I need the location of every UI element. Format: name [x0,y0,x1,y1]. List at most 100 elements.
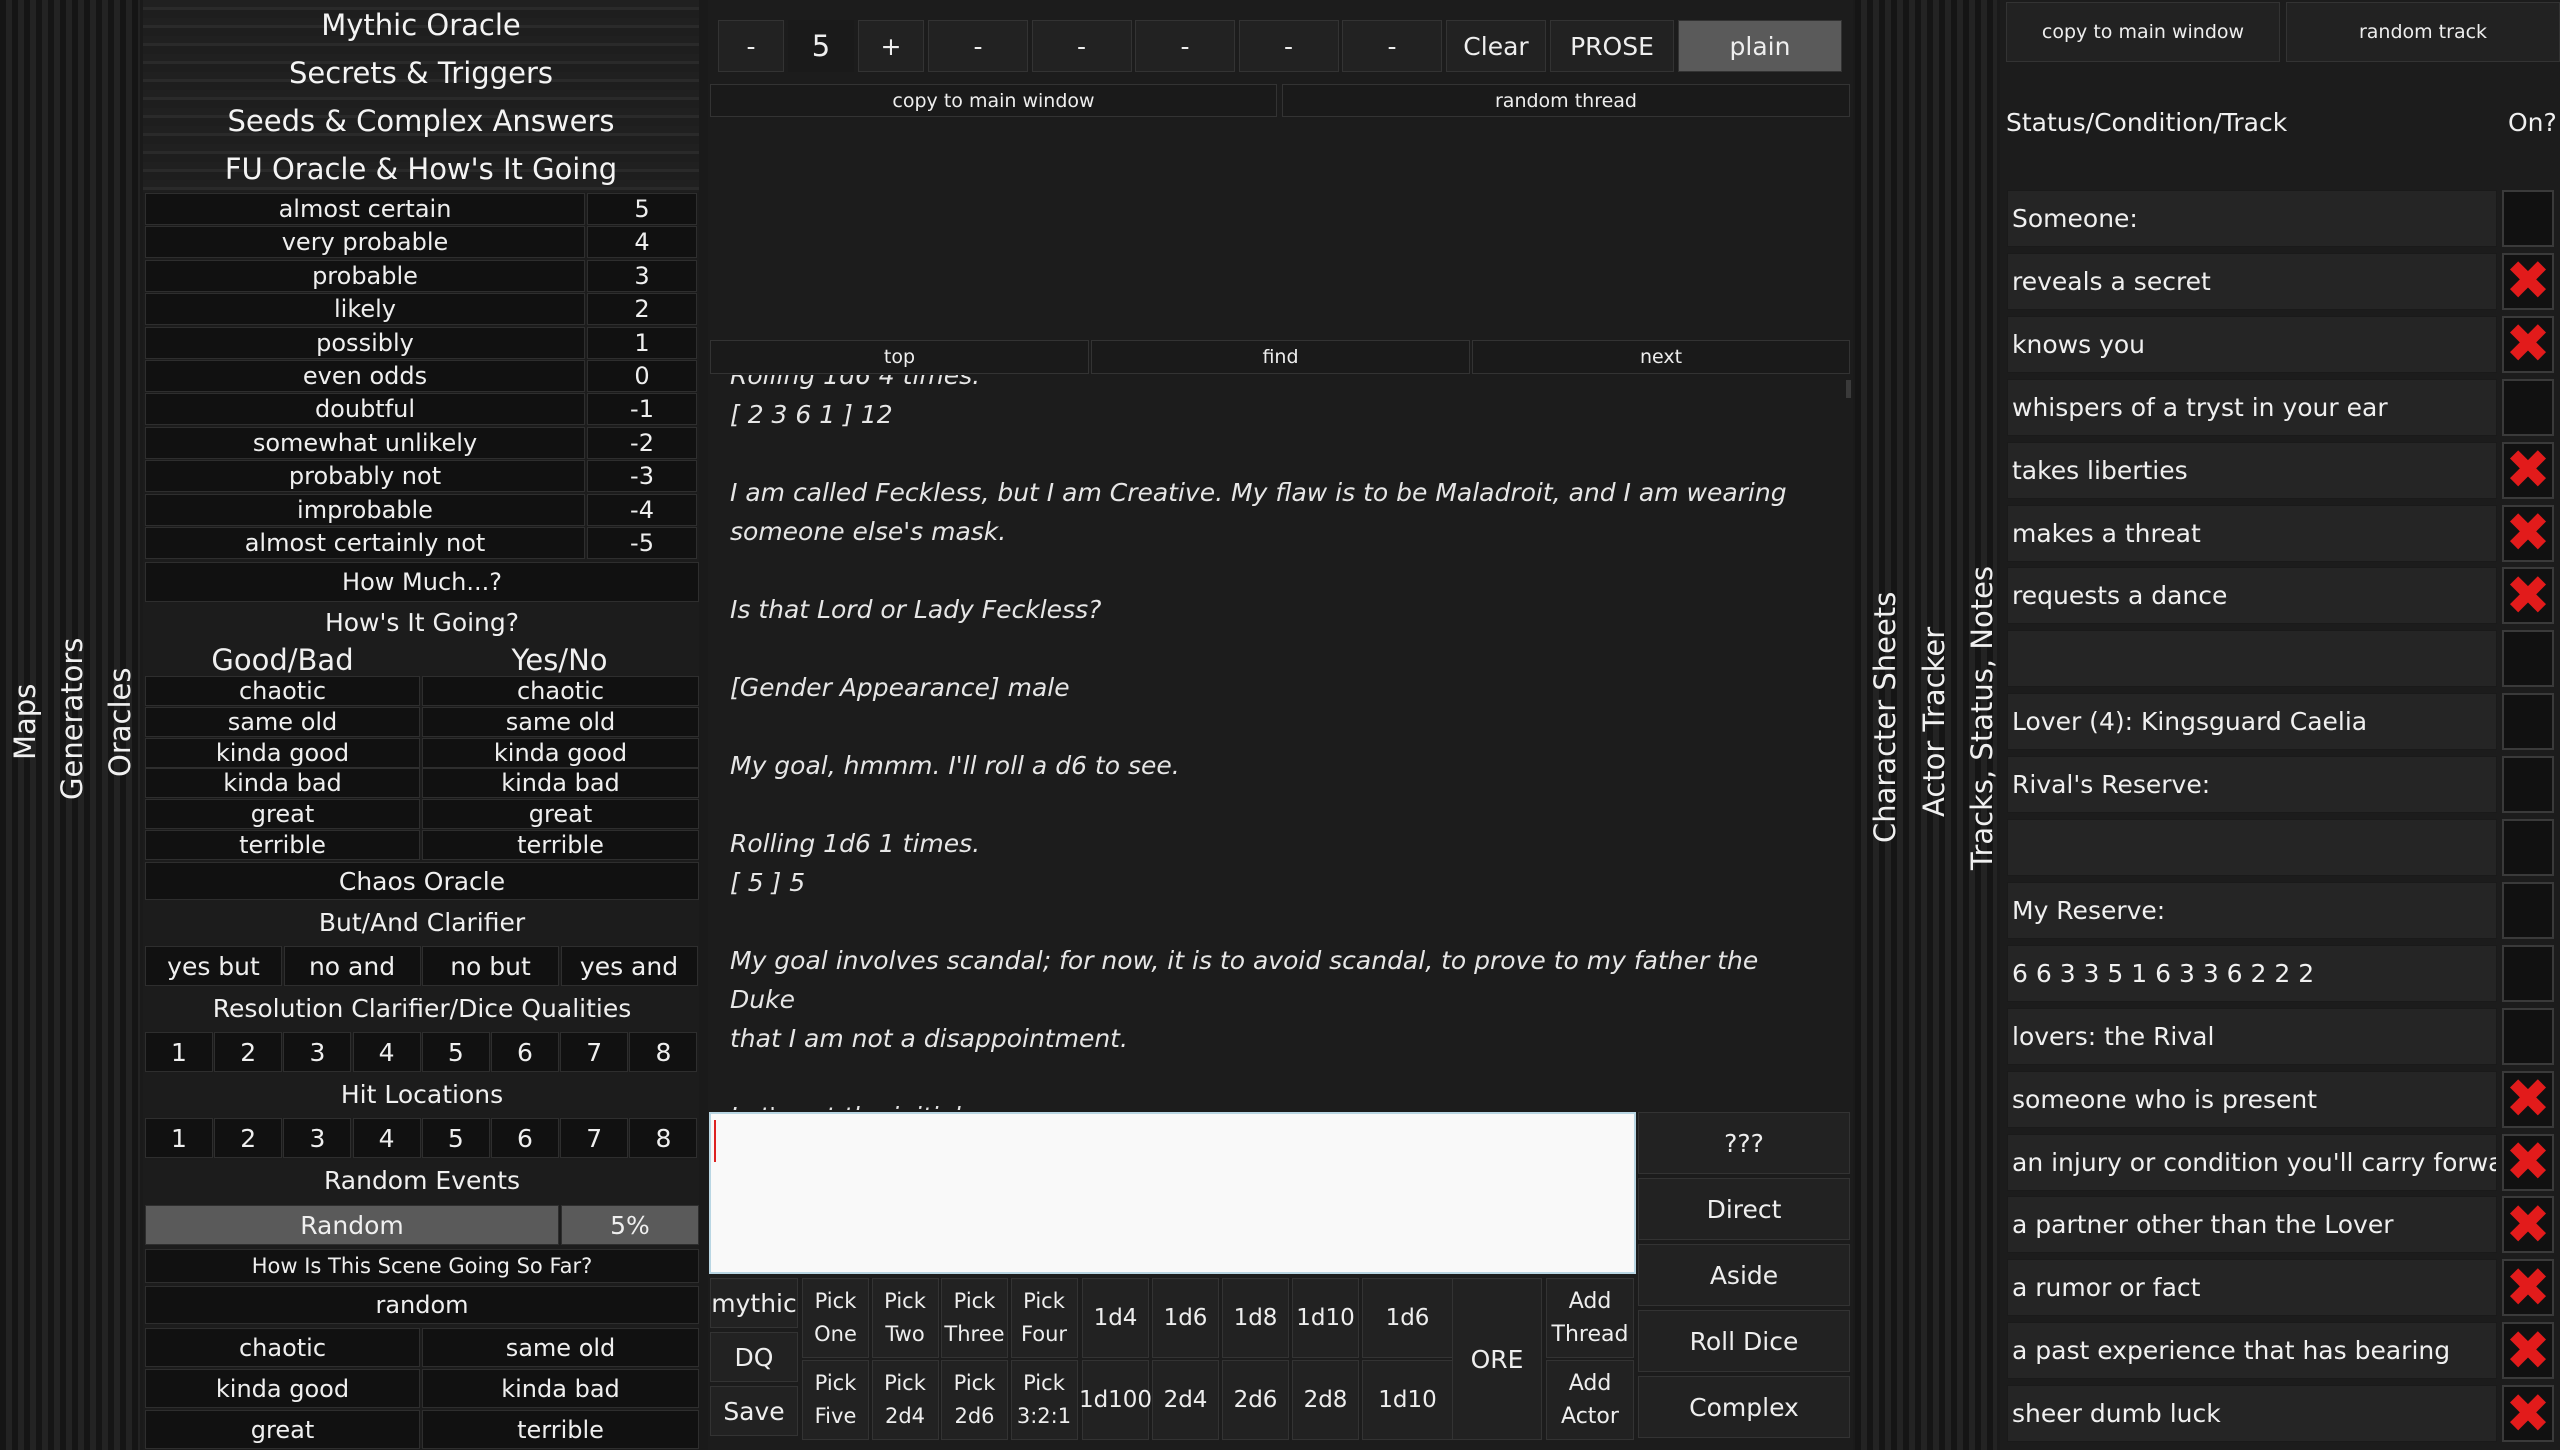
track-on-checkbox[interactable]: ✖ [2502,1322,2554,1380]
tab-oracles[interactable]: Oracles [103,668,137,777]
tab-tracks-status-notes[interactable]: Tracks, Status, Notes [1965,566,1999,870]
odds-label-cell[interactable]: likely [145,293,585,326]
track-row[interactable]: My Reserve: [2007,881,2497,939]
track-row[interactable]: Rival's Reserve: [2007,756,2497,814]
roll-dice-button[interactable]: Roll Dice [1638,1310,1850,1372]
direct-button[interactable]: Direct [1638,1178,1850,1240]
track-on-checkbox[interactable] [2502,756,2554,814]
track-row[interactable]: lovers: the Rival [2007,1007,2497,1065]
scene-going-option[interactable]: chaotic [145,1328,420,1367]
track-row[interactable]: knows you [2007,315,2497,373]
random-thread-button[interactable]: random thread [1282,84,1850,117]
dice-button[interactable]: 2d8 [1292,1360,1359,1440]
random-event-button[interactable]: Random [145,1205,559,1245]
pick-2d6-button[interactable]: Pick 2d6 [941,1360,1008,1440]
resolution-option[interactable]: 8 [629,1032,698,1072]
resolution-option[interactable]: 4 [352,1032,421,1072]
yes-no-option[interactable]: kinda bad [422,768,699,799]
menu-seeds-complex[interactable]: Seeds & Complex Answers [143,98,699,146]
dice-button[interactable]: 2d4 [1152,1360,1219,1440]
but-and-option[interactable]: yes and [560,946,698,986]
yes-no-option[interactable]: great [422,799,699,830]
track-row[interactable]: makes a threat [2007,504,2497,562]
track-row[interactable]: Someone: [2007,190,2497,247]
good-bad-option[interactable]: same old [145,706,420,737]
tab-character-sheets[interactable]: Character Sheets [1868,592,1902,843]
track-on-checkbox[interactable] [2502,944,2554,1002]
mythic-button[interactable]: mythic [710,1278,798,1328]
track-on-checkbox[interactable] [2502,881,2554,939]
dq-button[interactable]: DQ [710,1332,798,1382]
dice-button[interactable]: 1d10 [1362,1360,1453,1440]
track-row[interactable] [2007,630,2497,688]
entry-textarea[interactable] [709,1112,1636,1274]
odds-label-cell[interactable]: improbable [145,493,585,526]
track-on-checkbox[interactable]: ✖ [2502,252,2554,310]
dash-button[interactable]: - [1135,20,1235,72]
add-thread-button[interactable]: Add Thread [1546,1278,1634,1358]
dash-button[interactable]: - [1238,20,1339,72]
resolution-option[interactable]: 2 [214,1032,283,1072]
chaos-oracle-button[interactable]: Chaos Oracle [145,862,699,900]
dice-button[interactable]: 2d6 [1222,1360,1289,1440]
unknown-button[interactable]: ??? [1638,1112,1850,1174]
odds-label-cell[interactable]: almost certainly not [145,527,585,559]
good-bad-option[interactable]: terrible [145,830,420,860]
track-row[interactable]: a rumor or fact [2007,1259,2497,1317]
resolution-option[interactable]: 6 [491,1032,559,1072]
pick-five-button[interactable]: Pick Five [802,1360,869,1440]
dice-button[interactable]: 1d4 [1082,1278,1149,1358]
track-on-checkbox[interactable]: ✖ [2502,1259,2554,1317]
hit-location-option[interactable]: 4 [352,1118,421,1158]
track-on-checkbox[interactable]: ✖ [2502,1133,2554,1191]
resolution-option[interactable]: 3 [283,1032,352,1072]
track-row[interactable]: someone who is present [2007,1070,2497,1128]
odds-label-cell[interactable]: very probable [145,226,585,259]
copy-to-main-button[interactable]: copy to main window [710,84,1277,117]
track-on-checkbox[interactable]: ✖ [2502,441,2554,499]
hit-location-option[interactable]: 1 [145,1118,213,1158]
track-row[interactable]: 6 6 3 3 5 1 6 3 3 6 2 2 2 [2007,944,2497,1002]
track-on-checkbox[interactable]: ✖ [2502,1196,2554,1254]
tab-actor-tracker[interactable]: Actor Tracker [1917,627,1951,817]
hit-location-option[interactable]: 8 [629,1118,698,1158]
log-scrollbar[interactable] [1846,380,1851,398]
ore-button[interactable]: ORE [1452,1278,1542,1440]
random-event-percent[interactable]: 5% [561,1205,699,1245]
odds-label-cell[interactable]: somewhat unlikely [145,426,585,459]
track-row[interactable]: whispers of a tryst in your ear [2007,378,2497,436]
dash-button[interactable]: - [928,20,1028,72]
add-actor-button[interactable]: Add Actor [1546,1360,1634,1440]
yes-no-option[interactable]: terrible [422,830,699,860]
but-and-option[interactable]: no but [422,946,559,986]
menu-secrets-triggers[interactable]: Secrets & Triggers [143,50,699,98]
track-on-checkbox[interactable]: ✖ [2502,315,2554,373]
track-row[interactable]: a past experience that has bearing [2007,1322,2497,1380]
track-on-checkbox[interactable] [2502,630,2554,688]
scene-going-option[interactable]: kinda bad [422,1369,699,1408]
track-row[interactable]: an injury or condition you'll carry forw… [2007,1133,2497,1191]
track-on-checkbox[interactable] [2502,378,2554,436]
find-button[interactable]: find [1091,340,1470,374]
pick-3-2-1-button[interactable]: Pick 3:2:1 [1010,1360,1078,1440]
scene-going-option[interactable]: great [145,1410,420,1449]
pick-four-button[interactable]: Pick Four [1010,1278,1078,1358]
good-bad-option[interactable]: chaotic [145,676,420,706]
track-on-checkbox[interactable]: ✖ [2502,1385,2554,1443]
pick-2d4-button[interactable]: Pick 2d4 [871,1360,939,1440]
yes-no-option[interactable]: same old [422,706,699,737]
dice-button[interactable]: 1d8 [1222,1278,1289,1358]
odds-label-cell[interactable]: probably not [145,460,585,493]
menu-mythic-oracle[interactable]: Mythic Oracle [143,2,699,50]
hit-location-option[interactable]: 7 [560,1118,629,1158]
track-row[interactable]: a partner other than the Lover [2007,1196,2497,1254]
yes-no-option[interactable]: kinda good [422,737,699,768]
prose-button[interactable]: PROSE [1550,20,1674,72]
resolution-option[interactable]: 5 [421,1032,490,1072]
top-button[interactable]: top [710,340,1089,374]
odds-label-cell[interactable]: possibly [145,326,585,359]
hit-location-option[interactable]: 3 [283,1118,352,1158]
yes-no-option[interactable]: chaotic [422,676,699,706]
track-on-checkbox[interactable] [2502,1007,2554,1065]
tab-generators[interactable]: Generators [55,638,89,800]
